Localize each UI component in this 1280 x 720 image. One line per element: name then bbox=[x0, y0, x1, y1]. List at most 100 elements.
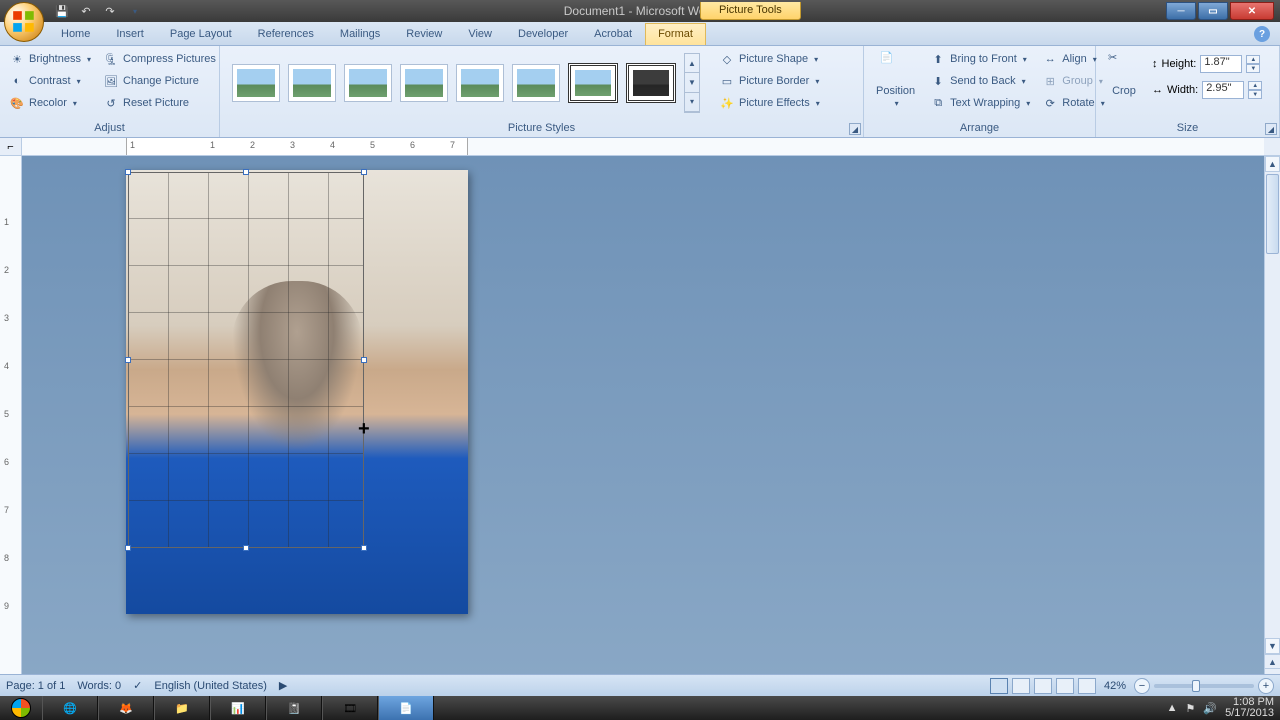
taskbar-excel[interactable]: 📊 bbox=[210, 696, 266, 720]
zoom-out-button[interactable]: − bbox=[1134, 678, 1150, 694]
horizontal-ruler[interactable]: 1 1 2 3 4 5 6 7 bbox=[22, 138, 1264, 155]
taskbar-word[interactable]: 📄 bbox=[378, 696, 434, 720]
maximize-button[interactable]: ▭ bbox=[1198, 2, 1228, 20]
view-outline-button[interactable] bbox=[1056, 678, 1074, 694]
prev-page-icon[interactable]: ▲ bbox=[1265, 654, 1280, 668]
tab-references[interactable]: References bbox=[245, 23, 327, 45]
proofing-icon[interactable]: ✓ bbox=[133, 679, 142, 692]
tab-developer[interactable]: Developer bbox=[505, 23, 581, 45]
tray-action-center-icon[interactable]: ⚑ bbox=[1185, 702, 1195, 715]
tab-mailings[interactable]: Mailings bbox=[327, 23, 393, 45]
spin-down-icon[interactable]: ▼ bbox=[1246, 64, 1260, 73]
tab-format[interactable]: Format bbox=[645, 23, 706, 45]
effects-icon: ✨ bbox=[719, 95, 735, 111]
style-thumb[interactable] bbox=[512, 64, 560, 102]
office-button[interactable] bbox=[4, 2, 44, 42]
tray-clock[interactable]: 1:08 PM 5/17/2013 bbox=[1225, 697, 1274, 719]
gallery-up-icon[interactable]: ▲ bbox=[685, 54, 699, 73]
width-input[interactable]: 2.95" bbox=[1202, 81, 1244, 99]
macro-icon[interactable]: ▶ bbox=[279, 679, 287, 692]
help-icon[interactable]: ? bbox=[1254, 26, 1270, 42]
zoom-in-button[interactable]: + bbox=[1258, 678, 1274, 694]
scroll-thumb[interactable] bbox=[1266, 174, 1279, 254]
style-thumb[interactable] bbox=[626, 63, 676, 103]
zoom-slider-thumb[interactable] bbox=[1192, 680, 1200, 692]
vertical-scrollbar[interactable]: ▲ ▼ ▲ ● ▼ bbox=[1264, 156, 1280, 696]
style-thumb[interactable] bbox=[232, 64, 280, 102]
contrast-button[interactable]: ◐Contrast bbox=[6, 71, 94, 91]
window-title: Document1 - Microsoft Word bbox=[564, 4, 717, 18]
taskbar-notepad[interactable]: 📓 bbox=[266, 696, 322, 720]
view-print-layout-button[interactable] bbox=[990, 678, 1008, 694]
minimize-button[interactable]: ─ bbox=[1166, 2, 1196, 20]
tab-review[interactable]: Review bbox=[393, 23, 455, 45]
qat-customize-icon[interactable] bbox=[124, 2, 144, 20]
status-words[interactable]: Words: 0 bbox=[77, 680, 121, 692]
vertical-ruler[interactable]: 1 2 3 4 5 6 7 8 9 bbox=[0, 156, 22, 696]
align-icon: ↔ bbox=[1042, 51, 1058, 67]
brightness-button[interactable]: ☀Brightness bbox=[6, 49, 94, 69]
start-button[interactable] bbox=[0, 696, 42, 720]
spin-up-icon[interactable]: ▲ bbox=[1246, 55, 1260, 64]
picture-effects-button[interactable]: ✨Picture Effects bbox=[716, 93, 823, 113]
gallery-more-icon[interactable]: ▾ bbox=[685, 93, 699, 112]
tray-show-hidden-icon[interactable]: ▲ bbox=[1167, 702, 1178, 714]
height-input[interactable]: 1.87" bbox=[1200, 55, 1242, 73]
scroll-down-icon[interactable]: ▼ bbox=[1265, 638, 1280, 654]
view-draft-button[interactable] bbox=[1078, 678, 1096, 694]
picture-border-button[interactable]: ▭Picture Border bbox=[716, 71, 823, 91]
close-button[interactable]: ✕ bbox=[1230, 2, 1274, 20]
spin-down-icon[interactable]: ▼ bbox=[1248, 90, 1262, 99]
scroll-up-icon[interactable]: ▲ bbox=[1265, 156, 1280, 172]
tab-selector[interactable]: ⌐ bbox=[0, 138, 22, 156]
system-tray: ▲ ⚑ 🔊 1:08 PM 5/17/2013 bbox=[1161, 697, 1280, 719]
send-to-back-button[interactable]: ⬇Send to Back bbox=[927, 71, 1033, 91]
text-wrapping-button[interactable]: ⧉Text Wrapping bbox=[927, 93, 1033, 113]
compress-pictures-button[interactable]: 🗜Compress Pictures bbox=[100, 49, 219, 69]
tab-insert[interactable]: Insert bbox=[103, 23, 157, 45]
position-button[interactable]: 📄 Position bbox=[870, 49, 921, 110]
tab-acrobat[interactable]: Acrobat bbox=[581, 23, 645, 45]
tray-volume-icon[interactable]: 🔊 bbox=[1203, 702, 1217, 715]
shape-label: Picture Shape bbox=[739, 53, 808, 65]
taskbar-chrome[interactable]: 🌐 bbox=[42, 696, 98, 720]
picture-shape-button[interactable]: ◇Picture Shape bbox=[716, 49, 823, 69]
style-thumb[interactable] bbox=[400, 64, 448, 102]
zoom-slider[interactable] bbox=[1154, 684, 1254, 688]
save-icon[interactable]: 💾 bbox=[52, 2, 72, 20]
tab-view[interactable]: View bbox=[455, 23, 505, 45]
taskbar-firefox[interactable]: 🦊 bbox=[98, 696, 154, 720]
tab-page-layout[interactable]: Page Layout bbox=[157, 23, 245, 45]
view-full-screen-button[interactable] bbox=[1012, 678, 1030, 694]
change-picture-button[interactable]: 🖼Change Picture bbox=[100, 71, 219, 91]
style-thumb[interactable] bbox=[288, 64, 336, 102]
bring-front-label: Bring to Front bbox=[950, 53, 1017, 65]
tab-home[interactable]: Home bbox=[48, 23, 103, 45]
style-thumb[interactable] bbox=[456, 64, 504, 102]
rotate-icon: ⟳ bbox=[1042, 95, 1058, 111]
style-thumb[interactable] bbox=[344, 64, 392, 102]
view-web-layout-button[interactable] bbox=[1034, 678, 1052, 694]
group-size: ✂ Crop ↕ Height: 1.87" ▲▼ ↔ Width: 2.95"… bbox=[1096, 46, 1280, 137]
ruler-tick: 2 bbox=[250, 140, 255, 150]
recolor-button[interactable]: 🎨Recolor bbox=[6, 93, 94, 113]
gallery-down-icon[interactable]: ▼ bbox=[685, 73, 699, 92]
crop-button[interactable]: ✂ Crop bbox=[1102, 49, 1146, 99]
spin-up-icon[interactable]: ▲ bbox=[1248, 81, 1262, 90]
picture-styles-launcher[interactable]: ◢ bbox=[849, 123, 861, 135]
taskbar-media[interactable]: 🎞 bbox=[322, 696, 378, 720]
zoom-level[interactable]: 42% bbox=[1104, 680, 1126, 692]
undo-icon[interactable]: ↶ bbox=[76, 2, 96, 20]
document-canvas[interactable]: + bbox=[22, 156, 1280, 696]
page: + bbox=[126, 170, 468, 614]
size-launcher[interactable]: ◢ bbox=[1265, 123, 1277, 135]
reset-picture-button[interactable]: ↺Reset Picture bbox=[100, 93, 219, 113]
puzzle-overlay-picture[interactable] bbox=[128, 172, 364, 548]
status-page[interactable]: Page: 1 of 1 bbox=[6, 680, 65, 692]
style-thumb-selected[interactable] bbox=[568, 63, 618, 103]
bring-to-front-button[interactable]: ⬆Bring to Front bbox=[927, 49, 1033, 69]
taskbar-explorer[interactable]: 📁 bbox=[154, 696, 210, 720]
compress-label: Compress Pictures bbox=[123, 53, 216, 65]
redo-icon[interactable]: ↷ bbox=[100, 2, 120, 20]
status-language[interactable]: English (United States) bbox=[154, 680, 267, 692]
